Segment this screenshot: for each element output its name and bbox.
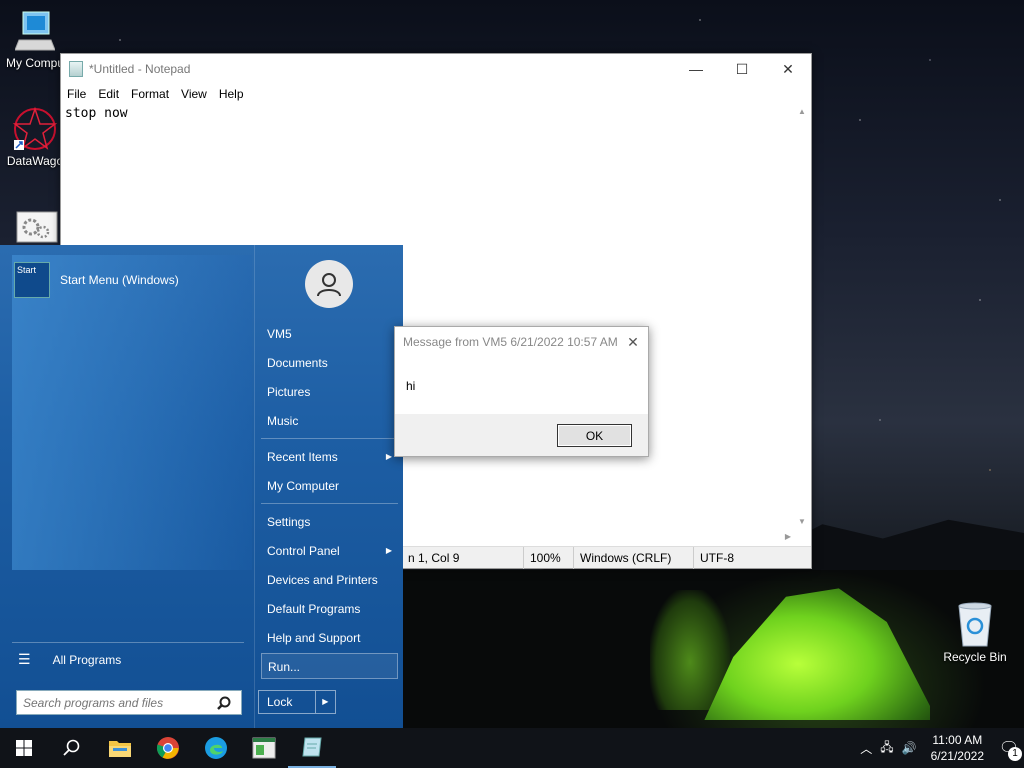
submenu-arrow-icon: ▶ <box>385 546 392 555</box>
start-link-settings[interactable]: Settings <box>261 509 398 535</box>
all-programs-button[interactable]: ☰ All Programs <box>18 651 121 668</box>
start-link-run[interactable]: Run... <box>261 653 398 679</box>
notification-center-button[interactable]: 🗨 1 <box>994 733 1024 763</box>
start-link-music[interactable]: Music <box>261 408 398 434</box>
taskbar-chrome[interactable] <box>144 728 192 768</box>
start-menu-left-pane: Start Start Menu (Windows) ☰ All Program… <box>0 245 254 728</box>
windows-logo-icon <box>16 740 32 756</box>
menu-help[interactable]: Help <box>219 87 244 101</box>
notepad-menubar: File Edit Format View Help <box>61 84 811 103</box>
taskbar-app-window[interactable] <box>240 728 288 768</box>
scroll-right-icon[interactable]: ▶ <box>785 532 791 541</box>
start-item-start-menu-windows[interactable]: Start Start Menu (Windows) <box>14 262 179 298</box>
desktop-icon-label: My Compu <box>5 56 64 70</box>
volume-icon[interactable]: 🔊 <box>902 741 917 755</box>
dialog-titlebar[interactable]: Message from VM5 6/21/2022 10:57 AM ✕ <box>395 327 648 357</box>
separator <box>12 642 244 643</box>
submenu-arrow-icon: ▶ <box>385 452 392 461</box>
separator <box>261 503 398 504</box>
status-line-ending: Windows (CRLF) <box>573 546 693 569</box>
datawagon-icon <box>12 106 58 150</box>
tray-overflow-chevron-icon[interactable]: ︿ <box>860 740 872 757</box>
notepad-titlebar[interactable]: *Untitled - Notepad — ☐ ✕ <box>61 54 811 84</box>
lock-options-arrow-icon[interactable]: ▶ <box>316 691 335 713</box>
status-zoom: 100% <box>523 546 573 569</box>
list-icon: ☰ <box>18 651 31 667</box>
separator <box>261 438 398 439</box>
taskbar-file-explorer[interactable] <box>96 728 144 768</box>
desktop-icon-recycle-bin[interactable]: Recycle Bin <box>940 602 1010 664</box>
scroll-up-icon[interactable]: ▲ <box>798 107 806 116</box>
start-link-documents[interactable]: Documents <box>261 350 398 376</box>
ok-button[interactable]: OK <box>557 424 632 447</box>
chrome-icon <box>156 737 179 759</box>
scroll-down-icon[interactable]: ▼ <box>798 517 806 526</box>
taskbar-search-button[interactable] <box>48 728 96 768</box>
start-link-user[interactable]: VM5 <box>261 321 398 347</box>
clock-time: 11:00 AM <box>932 733 983 747</box>
system-tray: ︿ 🖧 🔊 11:00 AM 6/21/2022 🗨 1 <box>856 732 1024 764</box>
avatar[interactable] <box>305 260 353 308</box>
search-icon <box>63 739 80 756</box>
start-item-label: Start Menu (Windows) <box>60 273 179 287</box>
clock-date: 6/21/2022 <box>930 749 984 763</box>
program-list <box>12 255 252 570</box>
taskbar-edge[interactable] <box>192 728 240 768</box>
network-icon[interactable]: 🖧 <box>880 738 893 759</box>
start-menu: Start Start Menu (Windows) ☰ All Program… <box>0 245 403 728</box>
start-search-box[interactable] <box>16 690 242 715</box>
start-button[interactable] <box>0 728 48 768</box>
taskbar: ︿ 🖧 🔊 11:00 AM 6/21/2022 🗨 1 <box>0 728 1024 768</box>
menu-file[interactable]: File <box>67 87 86 101</box>
start-link-default-programs[interactable]: Default Programs <box>261 596 398 622</box>
status-encoding: UTF-8 <box>693 546 811 569</box>
start-link-help-support[interactable]: Help and Support <box>261 625 398 651</box>
all-programs-label: All Programs <box>52 652 122 667</box>
dialog-message: hi <box>406 379 416 393</box>
settings-window-icon <box>16 211 58 243</box>
start-link-control-panel[interactable]: Control Panel ▶ <box>261 538 398 564</box>
dialog-footer: OK <box>395 414 648 456</box>
notepad-icon <box>302 737 322 757</box>
message-dialog: Message from VM5 6/21/2022 10:57 AM ✕ hi… <box>394 326 649 457</box>
status-position: n 1, Col 9 <box>401 546 523 569</box>
control-panel-label: Control Panel <box>267 544 340 558</box>
clock[interactable]: 11:00 AM 6/21/2022 <box>931 732 984 764</box>
menu-edit[interactable]: Edit <box>98 87 119 101</box>
menu-view[interactable]: View <box>181 87 207 101</box>
notification-badge: 1 <box>1008 747 1022 761</box>
lock-button[interactable]: Lock ▶ <box>258 690 336 714</box>
window-app-icon <box>252 737 276 759</box>
notepad-icon <box>69 61 83 77</box>
recent-items-label: Recent Items <box>267 450 338 464</box>
recycle-bin-icon <box>958 602 992 647</box>
dialog-close-icon[interactable]: ✕ <box>618 334 648 351</box>
maximize-button[interactable]: ☐ <box>719 54 765 84</box>
dialog-title: Message from VM5 6/21/2022 10:57 AM <box>403 335 618 349</box>
folder-icon <box>109 741 131 757</box>
user-icon <box>317 273 341 297</box>
vertical-scrollbar[interactable]: ▲ ▼ <box>795 103 811 530</box>
desktop-icon-label: Recycle Bin <box>943 650 1007 664</box>
start-link-recent-items[interactable]: Recent Items ▶ <box>261 444 398 470</box>
start-menu-right-pane: VM5 Documents Pictures Music Recent Item… <box>254 245 403 728</box>
computer-icon <box>15 11 55 51</box>
edge-icon <box>205 737 227 759</box>
taskbar-notepad[interactable] <box>288 728 336 768</box>
start-app-icon: Start <box>14 262 50 298</box>
notepad-title: *Untitled - Notepad <box>89 62 191 76</box>
desktop-icon-label: DataWago <box>6 154 64 168</box>
lock-label: Lock <box>259 691 316 713</box>
close-button[interactable]: ✕ <box>765 54 811 84</box>
start-link-my-computer[interactable]: My Computer <box>261 473 398 499</box>
minimize-button[interactable]: — <box>673 54 719 84</box>
start-link-devices-printers[interactable]: Devices and Printers <box>261 567 398 593</box>
menu-format[interactable]: Format <box>131 87 169 101</box>
search-icon[interactable] <box>217 696 231 710</box>
search-input[interactable] <box>23 695 213 710</box>
start-link-pictures[interactable]: Pictures <box>261 379 398 405</box>
